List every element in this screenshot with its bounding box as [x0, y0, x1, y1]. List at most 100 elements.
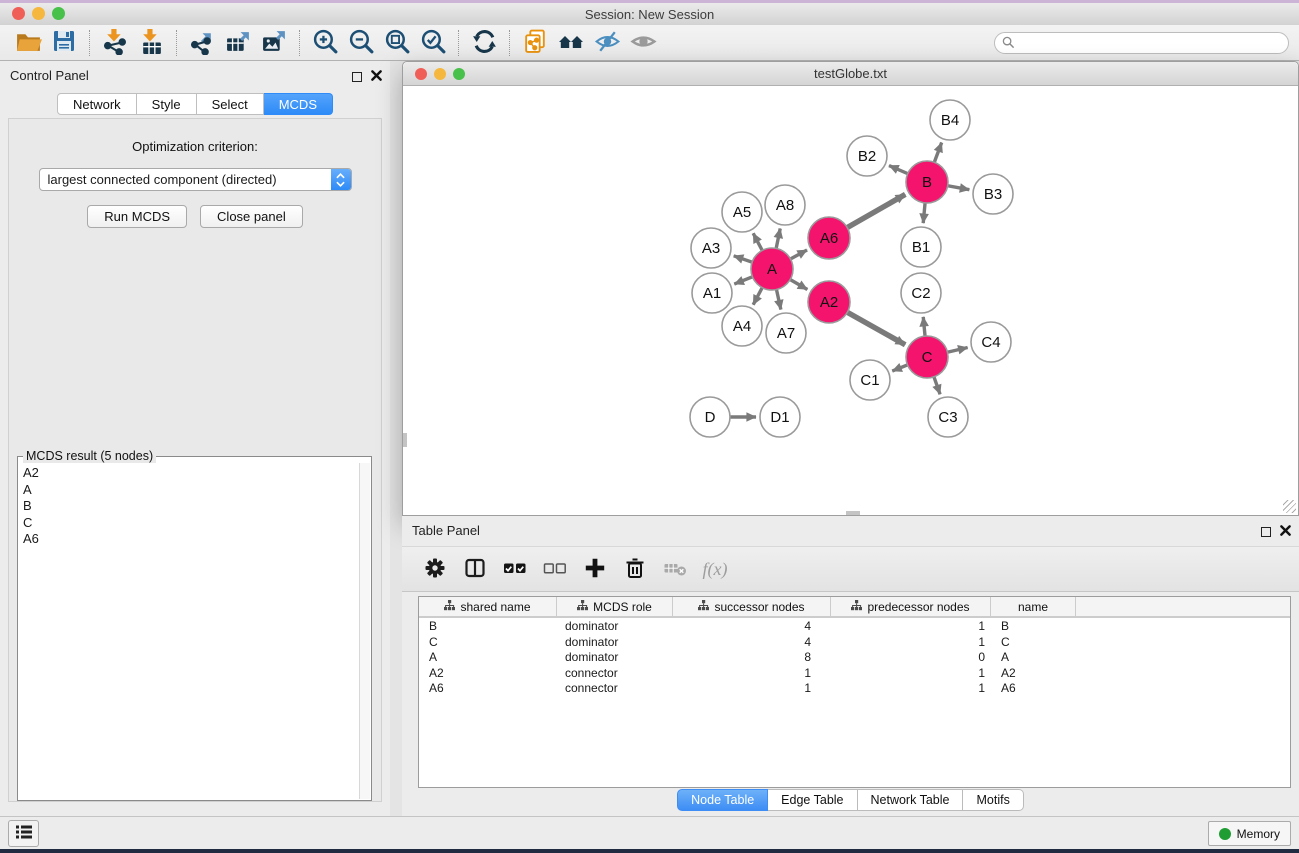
network-canvas[interactable]: AA1A2A3A4A5A6A7A8BB1B2B3B4CC1C2C3C4DD1: [403, 86, 1298, 515]
delete-column-button[interactable]: [622, 556, 648, 582]
search-input[interactable]: [994, 32, 1289, 54]
duplicate-network-button[interactable]: [517, 27, 553, 59]
network-close-button[interactable]: [415, 68, 427, 80]
show-column-pane-button[interactable]: [462, 556, 488, 582]
tab-network[interactable]: Network: [57, 93, 137, 115]
status-list-button[interactable]: [8, 820, 39, 847]
table-cell[interactable]: C: [419, 634, 557, 650]
table-cell[interactable]: 4: [673, 618, 831, 634]
close-panel-icon[interactable]: [371, 68, 382, 86]
float-panel-icon[interactable]: [352, 72, 362, 82]
tab-network-table[interactable]: Network Table: [858, 789, 964, 811]
tab-motifs[interactable]: Motifs: [963, 789, 1023, 811]
column-header-successor-nodes[interactable]: successor nodes: [673, 597, 831, 616]
table-cell[interactable]: 1: [831, 634, 991, 650]
close-panel-button[interactable]: Close panel: [200, 205, 303, 228]
table-cell[interactable]: A6: [419, 680, 557, 696]
mcds-result-item[interactable]: A6: [23, 531, 358, 548]
tab-node-table[interactable]: Node Table: [677, 789, 768, 811]
create-column-button[interactable]: [582, 556, 608, 582]
function-builder-button[interactable]: f(x): [702, 556, 728, 582]
network-zoom-button[interactable]: [453, 68, 465, 80]
table-panel-title: Table Panel: [412, 523, 480, 538]
table-cell[interactable]: B: [991, 618, 1076, 634]
export-table-icon: [225, 28, 252, 58]
zoom-window-button[interactable]: [52, 7, 65, 20]
refresh-button[interactable]: [466, 27, 502, 59]
gear-icon: [424, 557, 446, 582]
column-header-predecessor-nodes[interactable]: predecessor nodes: [831, 597, 991, 616]
export-image-button[interactable]: [256, 27, 292, 59]
network-vscroll-thumb[interactable]: [403, 433, 407, 447]
table-row[interactable]: Adominator80A: [419, 649, 1290, 665]
table-row[interactable]: A6connector11A6: [419, 680, 1290, 696]
eye-icon: [630, 28, 657, 58]
table-cell[interactable]: A: [991, 649, 1076, 665]
table-cell[interactable]: 0: [831, 649, 991, 665]
table-cell[interactable]: dominator: [557, 649, 673, 665]
zoom-out-button[interactable]: [343, 27, 379, 59]
network-minimize-button[interactable]: [434, 68, 446, 80]
network-hscroll-thumb[interactable]: [846, 511, 860, 515]
mcds-result-groupbox: MCDS result (5 nodes) A2ABCA6: [17, 456, 372, 801]
tab-mcds[interactable]: MCDS: [264, 93, 333, 115]
criterion-select[interactable]: largest connected component (directed): [39, 168, 352, 191]
networks-home-button[interactable]: [553, 27, 589, 59]
open-session-button[interactable]: [10, 27, 46, 59]
run-mcds-button[interactable]: Run MCDS: [87, 205, 187, 228]
tab-style[interactable]: Style: [137, 93, 197, 115]
select-all-columns-button[interactable]: [502, 556, 528, 582]
table-cell[interactable]: dominator: [557, 634, 673, 650]
mcds-result-item[interactable]: B: [23, 498, 358, 515]
export-network-button[interactable]: [184, 27, 220, 59]
import-network-button[interactable]: [97, 27, 133, 59]
table-cell[interactable]: 1: [673, 680, 831, 696]
table-toolbar: f(x): [402, 546, 1299, 592]
table-cell[interactable]: 1: [673, 665, 831, 681]
table-cell[interactable]: 4: [673, 634, 831, 650]
unselect-all-columns-button[interactable]: [542, 556, 568, 582]
table-row[interactable]: Cdominator41C: [419, 634, 1290, 650]
column-header-shared-name[interactable]: shared name: [419, 597, 557, 616]
hide-graphics-details-button[interactable]: [589, 27, 625, 59]
mcds-result-item[interactable]: A: [23, 482, 358, 499]
float-panel-icon[interactable]: [1261, 527, 1271, 537]
close-panel-icon[interactable]: [1280, 523, 1291, 541]
mcds-list-scrollbar[interactable]: [359, 463, 370, 799]
table-cell[interactable]: 1: [831, 618, 991, 634]
table-cell[interactable]: 1: [831, 665, 991, 681]
table-cell[interactable]: A: [419, 649, 557, 665]
status-bar: Memory: [0, 816, 1299, 849]
save-session-button[interactable]: [46, 27, 82, 59]
birdseye-view-button[interactable]: [625, 27, 661, 59]
table-cell[interactable]: connector: [557, 665, 673, 681]
mcds-result-item[interactable]: C: [23, 515, 358, 532]
window-resize-grip[interactable]: [1283, 500, 1296, 513]
delete-table-button[interactable]: [662, 556, 688, 582]
table-cell[interactable]: connector: [557, 680, 673, 696]
table-row[interactable]: A2connector11A2: [419, 665, 1290, 681]
table-cell[interactable]: 1: [831, 680, 991, 696]
tab-edge-table[interactable]: Edge Table: [768, 789, 857, 811]
mcds-result-item[interactable]: A2: [23, 465, 358, 482]
zoom-fit-button[interactable]: [379, 27, 415, 59]
import-table-button[interactable]: [133, 27, 169, 59]
zoom-selected-button[interactable]: [415, 27, 451, 59]
table-cell[interactable]: dominator: [557, 618, 673, 634]
zoom-in-button[interactable]: [307, 27, 343, 59]
table-cell[interactable]: A2: [991, 665, 1076, 681]
column-header-name[interactable]: name: [991, 597, 1076, 616]
memory-button[interactable]: Memory: [1208, 821, 1291, 846]
table-cell[interactable]: 8: [673, 649, 831, 665]
table-cell[interactable]: C: [991, 634, 1076, 650]
minimize-window-button[interactable]: [32, 7, 45, 20]
table-settings-button[interactable]: [422, 556, 448, 582]
column-header-MCDS-role[interactable]: MCDS role: [557, 597, 673, 616]
export-table-button[interactable]: [220, 27, 256, 59]
table-cell[interactable]: A6: [991, 680, 1076, 696]
table-row[interactable]: Bdominator41B: [419, 618, 1290, 634]
close-window-button[interactable]: [12, 7, 25, 20]
tab-select[interactable]: Select: [197, 93, 264, 115]
table-cell[interactable]: A2: [419, 665, 557, 681]
table-cell[interactable]: B: [419, 618, 557, 634]
